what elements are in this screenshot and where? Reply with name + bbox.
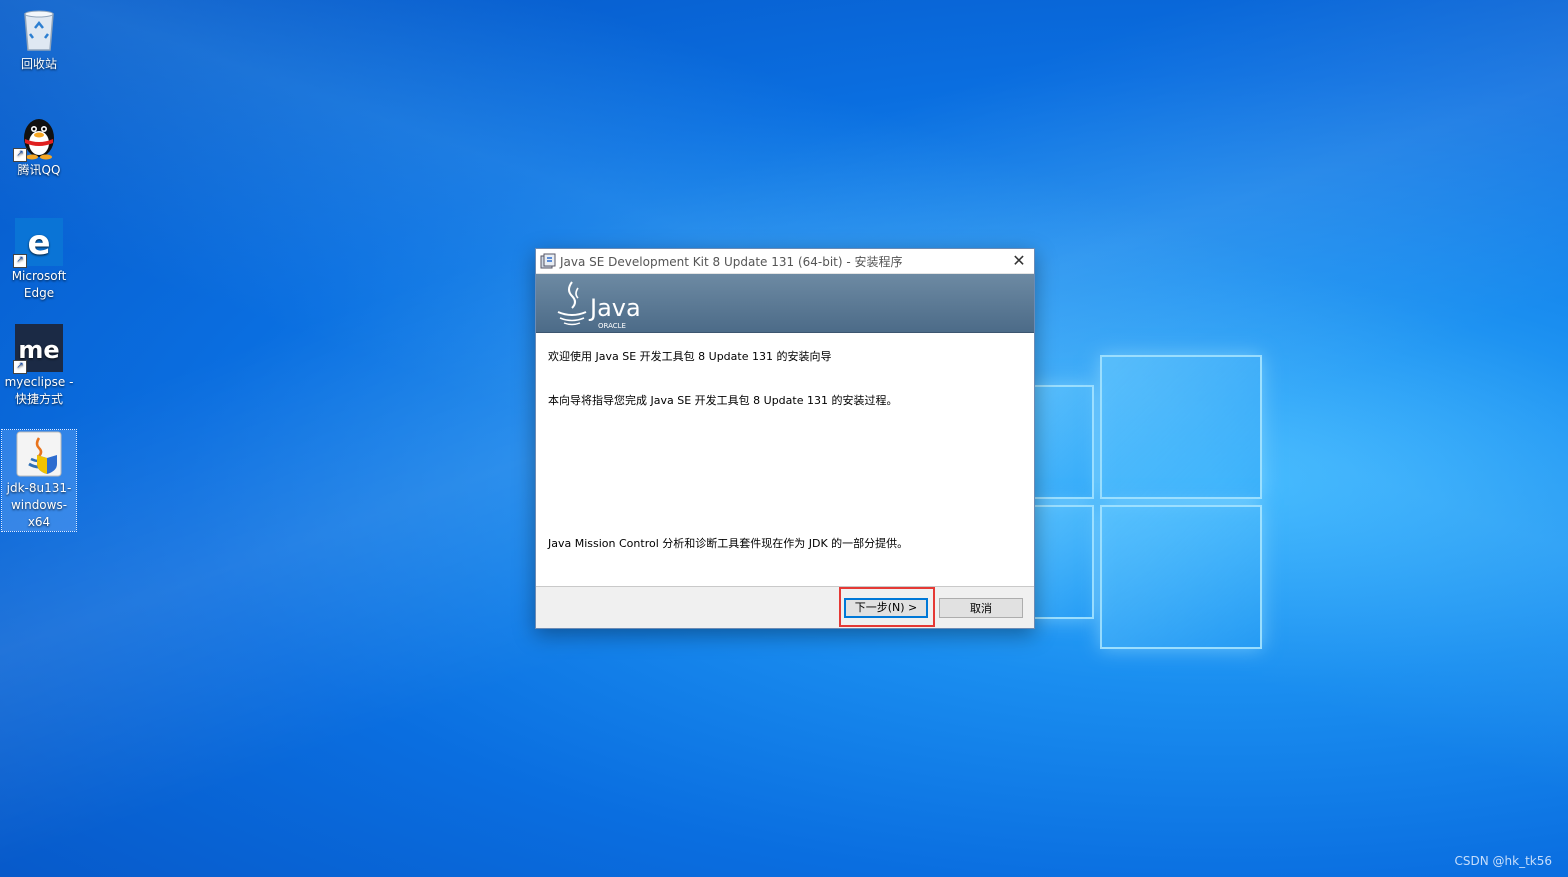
close-icon: ✕	[1012, 251, 1026, 270]
java-banner: Java ORACLE	[536, 274, 1034, 333]
welcome-text: 欢迎使用 Java SE 开发工具包 8 Update 131 的安装向导	[548, 350, 832, 363]
shortcut-arrow-icon: ↗	[13, 254, 27, 268]
dialog-title: Java SE Development Kit 8 Update 131 (64…	[560, 255, 903, 269]
desktop-icon-edge[interactable]: e ↗ Microsoft Edge	[2, 218, 76, 302]
java-installer-dialog: Java SE Development Kit 8 Update 131 (64…	[535, 248, 1035, 629]
recycle-bin-icon	[15, 6, 63, 54]
desktop-icon-label: 回收站	[20, 57, 57, 71]
cancel-button[interactable]: 取消	[939, 598, 1023, 618]
qq-penguin-icon: ↗	[13, 112, 63, 162]
jmc-text: Java Mission Control 分析和诊断工具套件现在作为 JDK 的…	[548, 537, 909, 550]
java-logo: Java ORACLE	[554, 278, 674, 334]
edge-icon: e ↗	[13, 218, 63, 268]
guide-text: 本向导将指导您完成 Java SE 开发工具包 8 Update 131 的安装…	[548, 394, 898, 407]
java-brand-text: Java	[588, 294, 641, 322]
shortcut-arrow-icon: ↗	[13, 360, 27, 374]
desktop-icon-myeclipse[interactable]: me ↗ myeclipse - 快捷方式	[2, 324, 76, 408]
desktop-icon-label: myeclipse - 快捷方式	[4, 375, 74, 406]
desktop-icon-label: jdk-8u131-windows-x64	[6, 481, 72, 529]
windows-logo	[1030, 355, 1262, 650]
svg-text:e: e	[27, 223, 50, 263]
desktop-icon-qq[interactable]: ↗ 腾讯QQ	[2, 112, 76, 179]
desktop-icon-label: Microsoft Edge	[11, 269, 67, 300]
desktop-icon-label: 腾讯QQ	[17, 163, 61, 177]
oracle-text: ORACLE	[598, 322, 626, 330]
dialog-content: 欢迎使用 Java SE 开发工具包 8 Update 131 的安装向导 本向…	[536, 333, 1034, 585]
installer-app-icon	[540, 253, 556, 269]
shortcut-arrow-icon: ↗	[13, 148, 27, 162]
csdn-watermark: CSDN @hk_tk56	[1454, 854, 1552, 868]
desktop-icon-recycle-bin[interactable]: 回收站	[2, 6, 76, 73]
myeclipse-icon: me ↗	[13, 324, 63, 374]
dialog-footer: 下一步(N) > 取消	[536, 586, 1034, 628]
java-installer-icon	[15, 430, 63, 478]
next-button[interactable]: 下一步(N) >	[844, 598, 928, 618]
close-button[interactable]: ✕	[1004, 249, 1034, 273]
desktop-icon-jdk-installer[interactable]: jdk-8u131-windows-x64	[1, 429, 77, 532]
dialog-titlebar[interactable]: Java SE Development Kit 8 Update 131 (64…	[536, 249, 1034, 274]
